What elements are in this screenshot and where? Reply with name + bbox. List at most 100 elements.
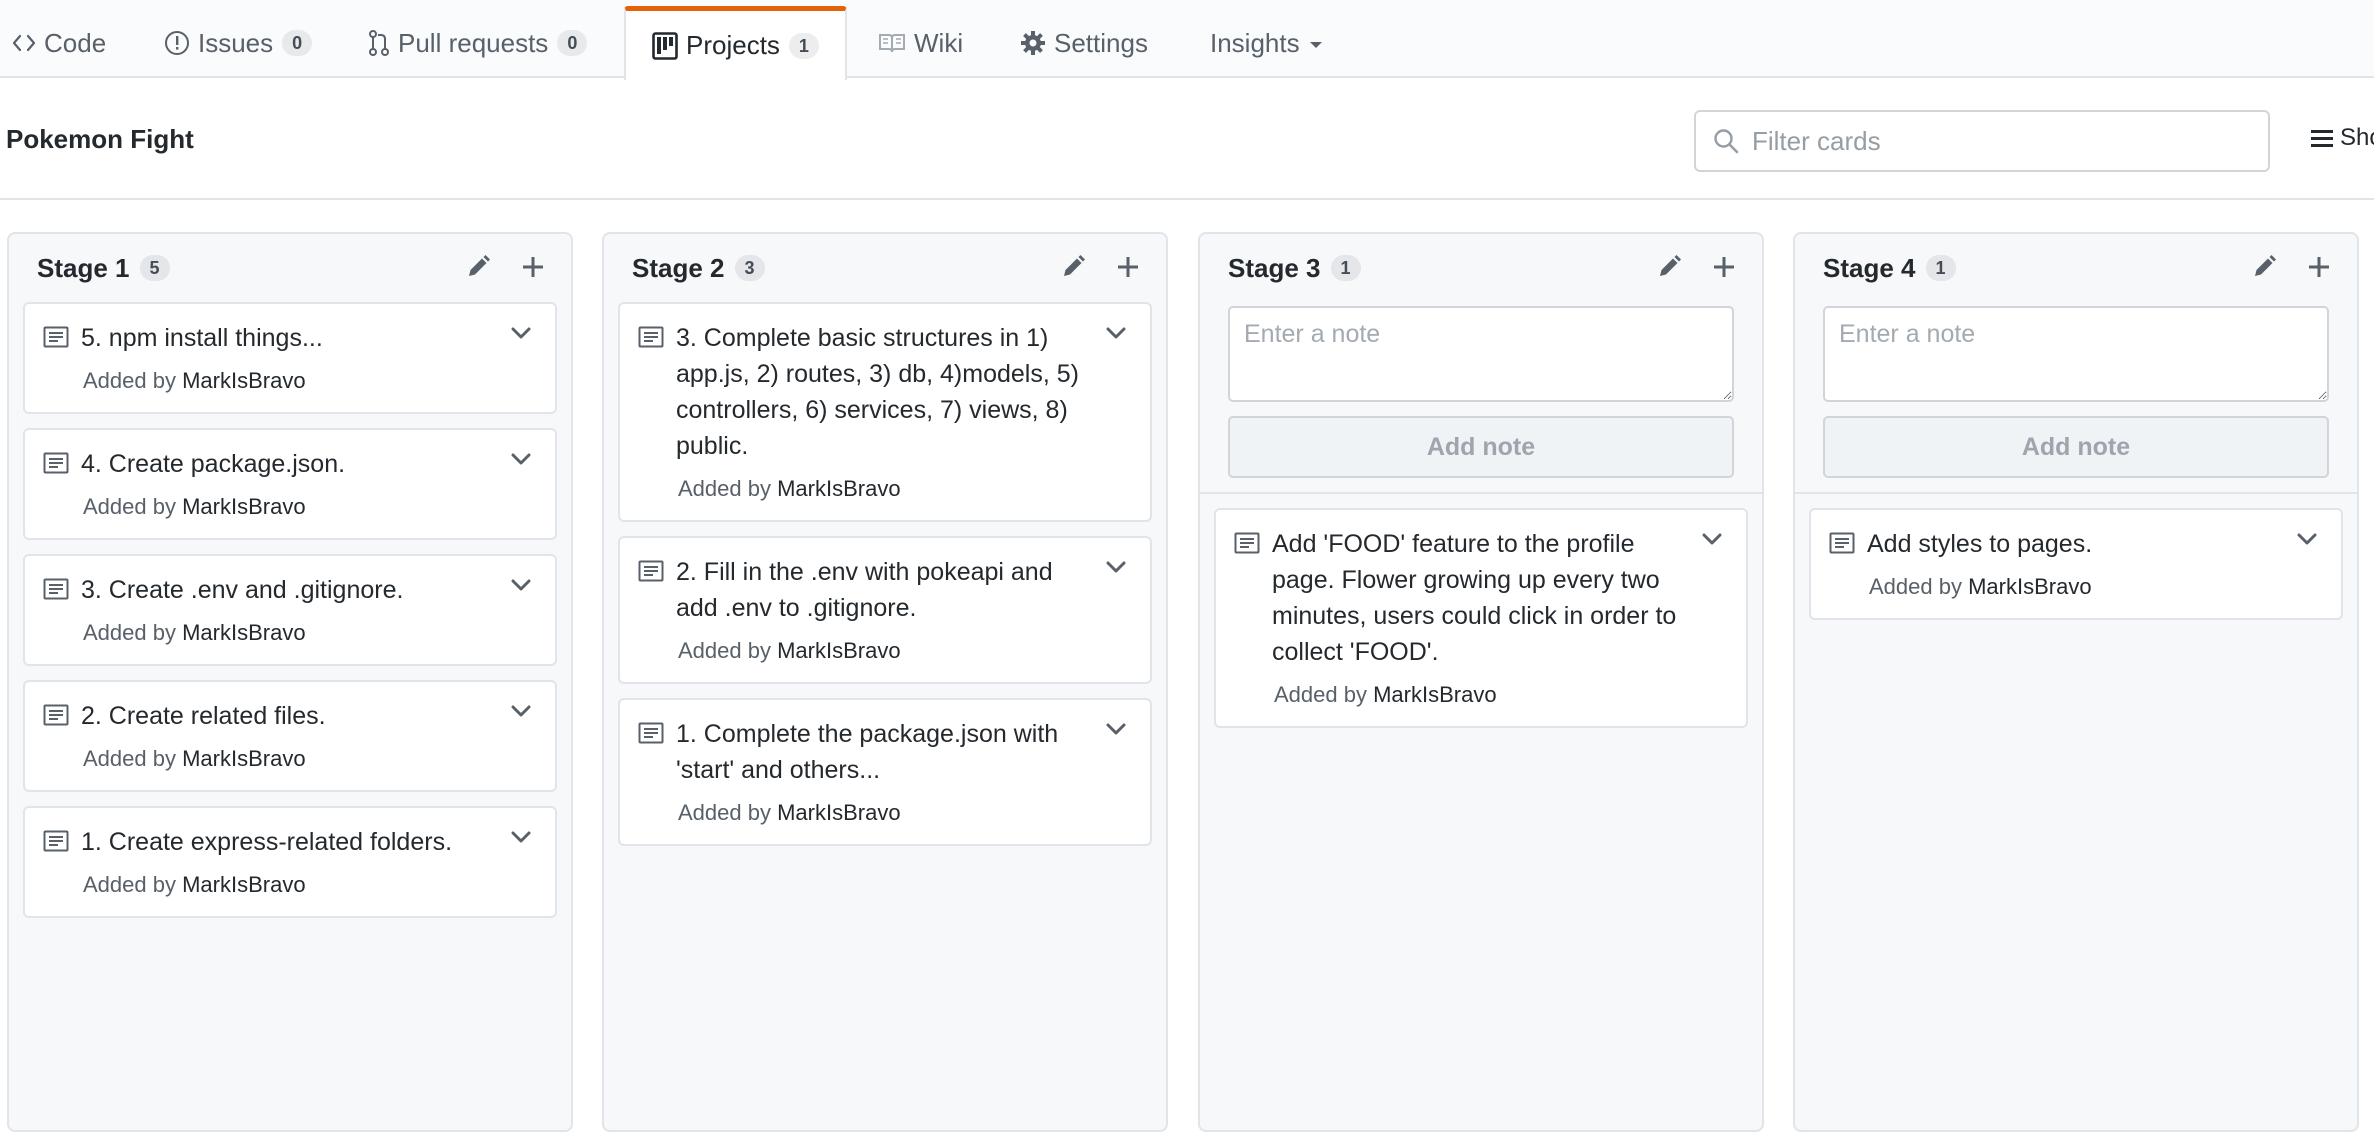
- column-card-count: 1: [1925, 255, 1956, 281]
- add-note-button[interactable]: Add note: [1823, 416, 2329, 478]
- column-actions: [465, 254, 545, 280]
- show-menu-label: Sho: [2340, 124, 2374, 151]
- added-by-label: Added by: [83, 746, 176, 771]
- project-column: Stage 2 3 3. Complete basic structures i…: [602, 232, 1168, 1132]
- card-author-link[interactable]: MarkIsBravo: [777, 638, 900, 663]
- edit-pencil-icon[interactable]: [1060, 254, 1086, 280]
- card-author-link[interactable]: MarkIsBravo: [1373, 682, 1496, 707]
- tab-issues[interactable]: Issues 0: [164, 8, 313, 78]
- card-note-text: 1. Create express-related folders.: [81, 828, 453, 856]
- card-meta: Added by MarkIsBravo: [83, 366, 495, 396]
- project-column: Stage 1 5 5. npm install things... Added…: [7, 232, 573, 1132]
- card-note-text: 2. Create related files.: [81, 702, 326, 730]
- chevron-down-icon[interactable]: [1106, 722, 1126, 736]
- card-list: Add styles to pages. Added by MarkIsBrav…: [1795, 508, 2357, 620]
- card-author-link[interactable]: MarkIsBravo: [777, 476, 900, 501]
- chevron-down-icon[interactable]: [1106, 560, 1126, 574]
- note-card[interactable]: 4. Create package.json. Added by MarkIsB…: [23, 428, 557, 540]
- card-list: 5. npm install things... Added by MarkIs…: [9, 302, 571, 918]
- added-by-label: Added by: [678, 476, 771, 501]
- column-header: Stage 3 1: [1200, 234, 1762, 302]
- edit-pencil-icon[interactable]: [465, 254, 491, 280]
- card-note-text: 3. Complete basic structures in 1) app.j…: [676, 324, 1079, 460]
- tab-projects[interactable]: Projects 1: [624, 6, 847, 80]
- note-card[interactable]: Add 'FOOD' feature to the profile page. …: [1214, 508, 1748, 728]
- column-name: Stage 3: [1228, 252, 1321, 283]
- card-meta: Added by MarkIsBravo: [83, 618, 495, 648]
- caret-down-icon: [1309, 42, 1322, 48]
- show-menu-button[interactable]: Sho: [2310, 124, 2374, 152]
- note-card[interactable]: 1. Complete the package.json with 'start…: [618, 698, 1152, 846]
- chevron-down-icon[interactable]: [1702, 532, 1722, 546]
- note-card[interactable]: 2. Fill in the .env with pokeapi and add…: [618, 536, 1152, 684]
- note-icon: [43, 830, 69, 852]
- card-author-link[interactable]: MarkIsBravo: [182, 872, 305, 897]
- chevron-down-icon[interactable]: [511, 578, 531, 592]
- tab-settings[interactable]: Settings: [1020, 8, 1148, 78]
- chevron-down-icon[interactable]: [511, 326, 531, 340]
- card-author-link[interactable]: MarkIsBravo: [182, 746, 305, 771]
- add-card-plus-icon[interactable]: [2307, 255, 2331, 279]
- edit-pencil-icon[interactable]: [2251, 254, 2277, 280]
- added-by-label: Added by: [1869, 574, 1962, 599]
- note-textarea[interactable]: [1228, 306, 1734, 402]
- add-card-plus-icon[interactable]: [1116, 255, 1140, 279]
- chevron-down-icon[interactable]: [1106, 326, 1126, 340]
- chevron-down-icon[interactable]: [2297, 532, 2317, 546]
- note-card[interactable]: 2. Create related files. Added by MarkIs…: [23, 680, 557, 792]
- edit-pencil-icon[interactable]: [1656, 254, 1682, 280]
- card-meta: Added by MarkIsBravo: [83, 492, 495, 522]
- note-icon: [43, 326, 69, 348]
- chevron-down-icon[interactable]: [511, 704, 531, 718]
- note-card[interactable]: 1. Create express-related folders. Added…: [23, 806, 557, 918]
- tab-pull-requests-label: Pull requests: [398, 27, 549, 58]
- card-meta: Added by MarkIsBravo: [83, 744, 495, 774]
- added-by-label: Added by: [83, 620, 176, 645]
- note-textarea[interactable]: [1823, 306, 2329, 402]
- card-author-link[interactable]: MarkIsBravo: [182, 620, 305, 645]
- column-actions: [1060, 254, 1140, 280]
- note-card[interactable]: 3. Create .env and .gitignore. Added by …: [23, 554, 557, 666]
- projects-count-badge: 1: [788, 32, 819, 59]
- repo-tab-nav: Code Issues 0 Pull requests 0 Projects 1…: [0, 0, 2374, 80]
- filter-cards-field[interactable]: [1694, 110, 2270, 172]
- card-meta: Added by MarkIsBravo: [1274, 680, 1686, 710]
- tab-pull-requests[interactable]: Pull requests 0: [368, 8, 588, 78]
- code-icon: [12, 33, 36, 53]
- note-icon: [43, 452, 69, 474]
- card-note-text: 1. Complete the package.json with 'start…: [676, 720, 1059, 784]
- card-author-link[interactable]: MarkIsBravo: [1968, 574, 2091, 599]
- tab-issues-label: Issues: [198, 27, 274, 58]
- add-card-plus-icon[interactable]: [1712, 255, 1736, 279]
- add-card-plus-icon[interactable]: [521, 255, 545, 279]
- tab-code[interactable]: Code: [12, 8, 106, 78]
- note-composer: Add note: [1200, 302, 1762, 494]
- added-by-label: Added by: [83, 872, 176, 897]
- column-name: Stage 1: [37, 252, 130, 283]
- tab-code-label: Code: [44, 27, 107, 58]
- note-card[interactable]: 5. npm install things... Added by MarkIs…: [23, 302, 557, 414]
- card-author-link[interactable]: MarkIsBravo: [182, 494, 305, 519]
- chevron-down-icon[interactable]: [511, 452, 531, 466]
- card-author-link[interactable]: MarkIsBravo: [777, 800, 900, 825]
- note-icon: [638, 560, 664, 582]
- column-card-count: 3: [734, 255, 765, 281]
- card-author-link[interactable]: MarkIsBravo: [182, 368, 305, 393]
- tab-wiki[interactable]: Wiki: [878, 8, 963, 78]
- hamburger-icon: [2310, 127, 2334, 149]
- added-by-label: Added by: [1274, 682, 1367, 707]
- tab-insights[interactable]: Insights: [1210, 8, 1322, 78]
- issue-icon: [164, 30, 190, 56]
- card-meta: Added by MarkIsBravo: [83, 870, 495, 900]
- card-list: 3. Complete basic structures in 1) app.j…: [604, 302, 1166, 846]
- column-header: Stage 4 1: [1795, 234, 2357, 302]
- filter-cards-input[interactable]: [1752, 125, 2232, 157]
- column-card-count: 5: [139, 255, 170, 281]
- column-actions: [1656, 254, 1736, 280]
- chevron-down-icon[interactable]: [511, 830, 531, 844]
- column-card-count: 1: [1330, 255, 1361, 281]
- note-card[interactable]: 3. Complete basic structures in 1) app.j…: [618, 302, 1152, 522]
- column-name: Stage 2: [632, 252, 725, 283]
- note-card[interactable]: Add styles to pages. Added by MarkIsBrav…: [1809, 508, 2343, 620]
- add-note-button[interactable]: Add note: [1228, 416, 1734, 478]
